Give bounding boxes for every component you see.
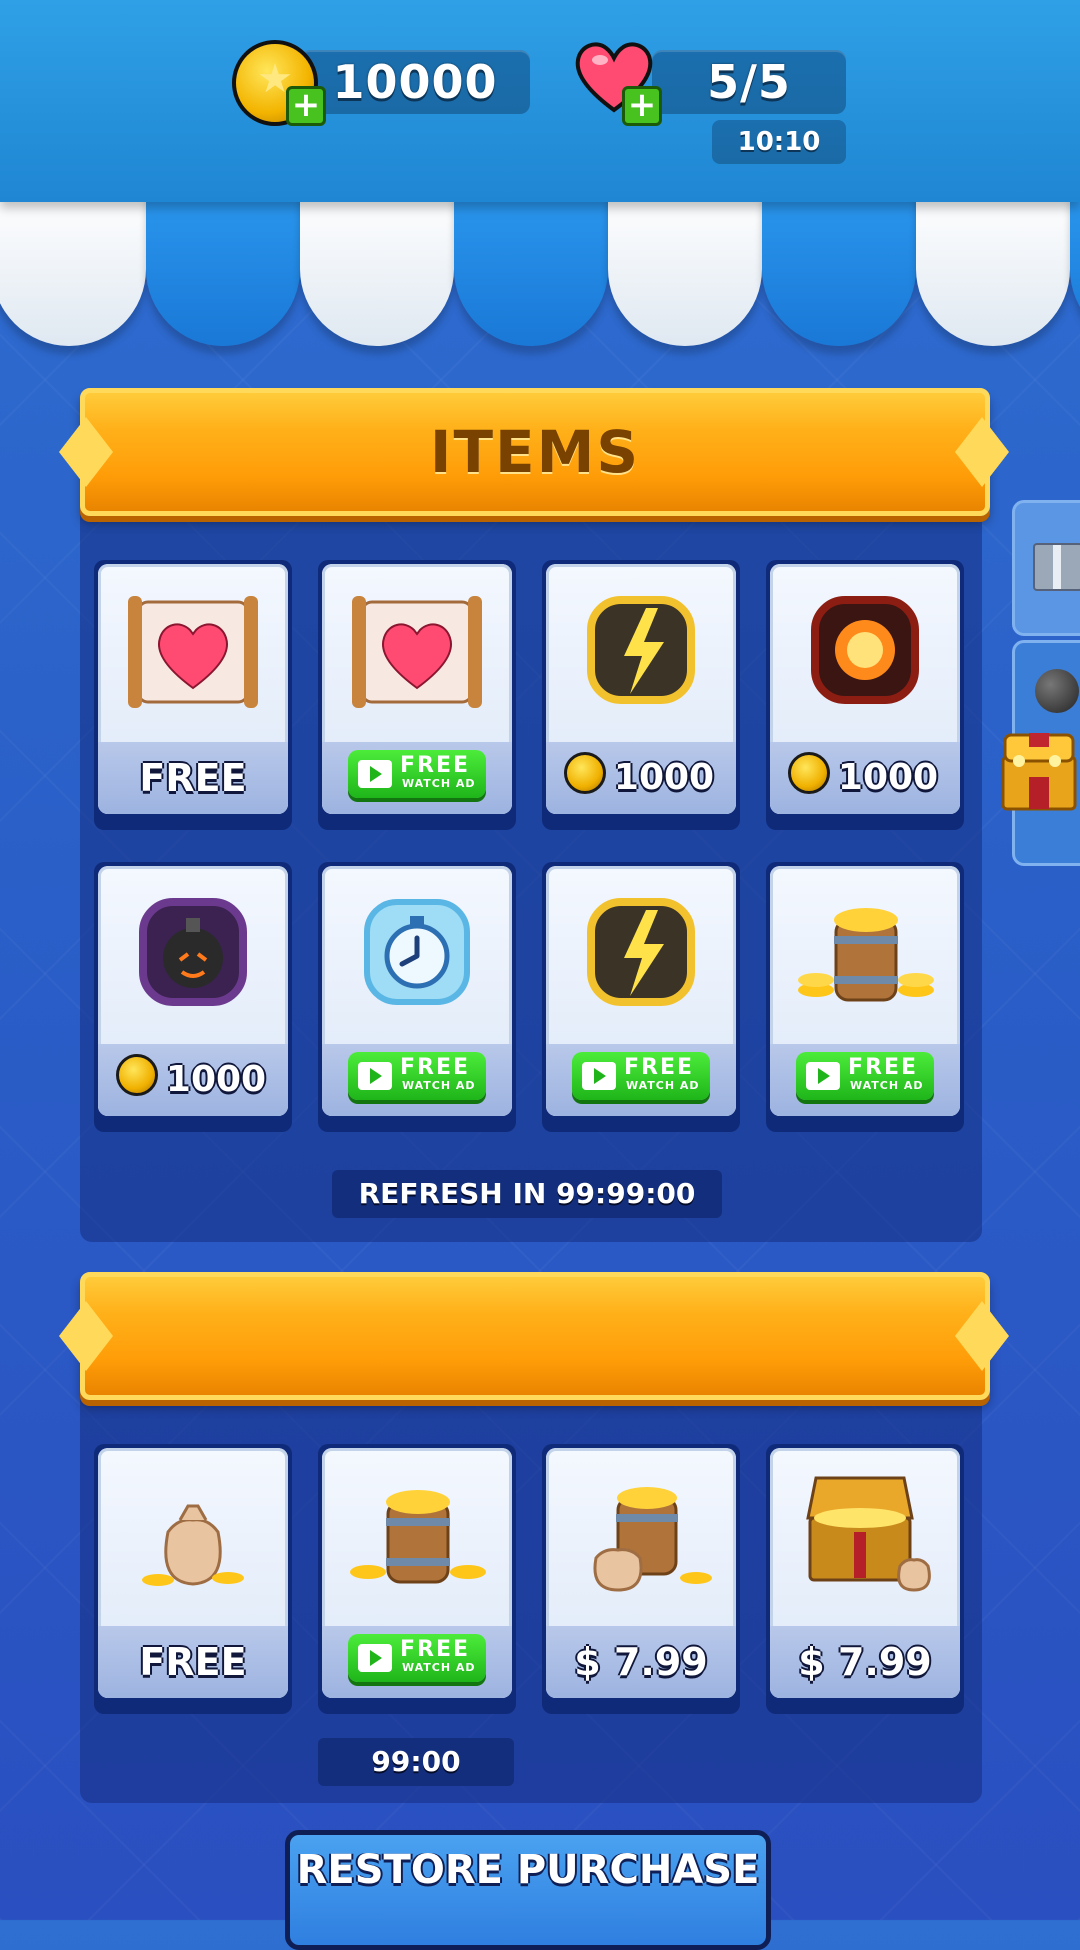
restore-purchase-button[interactable]: RESTORE PURCHASE (285, 1830, 771, 1950)
life-scroll-icon (352, 596, 482, 708)
video-icon (358, 760, 392, 788)
shop-card-coin-pack-2[interactable]: $ 7.99 (766, 1444, 964, 1714)
coin-counter: 10000 (300, 50, 530, 114)
shop-card-lightning[interactable]: 1000 (542, 560, 740, 830)
shop-card-coin-barrel-ad[interactable]: FREE WATCH AD (318, 1444, 516, 1714)
shop-card-stopwatch[interactable]: FREE WATCH AD (318, 862, 516, 1132)
life-scroll-icon (128, 596, 258, 708)
ad-sub-label: WATCH AD (402, 777, 476, 790)
price-label: 1000 (837, 757, 939, 798)
lives-timer: 10:10 (712, 120, 846, 164)
treasure-chest-icon (806, 1476, 931, 1592)
shop-card-fireball[interactable]: 1000 (766, 560, 964, 830)
price-label: FREE (139, 756, 247, 800)
shop-card-coin-barrel[interactable]: FREE WATCH AD (766, 862, 964, 1132)
lives-counter: 5/5 (652, 50, 846, 114)
ad-sub-label: WATCH AD (402, 1079, 476, 1092)
items-banner: ITEMS (59, 388, 1009, 516)
coins-title (85, 1277, 985, 1395)
top-bar: 10000 ★ + 5/5 + 10:10 (0, 0, 1080, 202)
ad-sub-label: WATCH AD (626, 1079, 700, 1092)
shop-card-coin-bag-free[interactable]: FREE (94, 1444, 292, 1714)
coins-banner (59, 1272, 1009, 1400)
shop-card-coin-pack-1[interactable]: $ 7.99 (542, 1444, 740, 1714)
coin-offer-timer: 99:00 (318, 1738, 514, 1786)
video-icon (582, 1062, 616, 1090)
shop-card-life-ad[interactable]: FREE WATCH AD (318, 560, 516, 830)
watch-ad-button[interactable]: FREE WATCH AD (572, 1052, 710, 1100)
lives-count: 5/5 (707, 55, 791, 109)
watch-ad-button[interactable]: FREE WATCH AD (348, 1052, 486, 1100)
gift-icon (1033, 543, 1080, 591)
price-label: FREE (139, 1640, 247, 1684)
add-coins-button[interactable]: + (286, 86, 326, 126)
shop-card-lightning-ad[interactable]: FREE WATCH AD (542, 862, 740, 1132)
side-tab-gifts[interactable] (1012, 500, 1080, 636)
price-label: $ 7.99 (574, 1640, 708, 1684)
lightning-booster-icon (587, 898, 695, 1006)
coin-barrel-bag-icon (593, 1487, 712, 1592)
watch-ad-button[interactable]: FREE WATCH AD (348, 750, 486, 798)
watch-ad-button[interactable]: FREE WATCH AD (348, 1634, 486, 1682)
video-icon (806, 1062, 840, 1090)
stopwatch-booster-icon (364, 899, 470, 1005)
lightning-booster-icon (587, 596, 695, 704)
price-label: $ 7.99 (798, 1640, 932, 1684)
ad-free-label: FREE (400, 1055, 471, 1080)
ad-free-label: FREE (848, 1055, 919, 1080)
coin-bag-icon (142, 1504, 244, 1586)
shop-card-bomb[interactable]: 1000 (94, 862, 292, 1132)
ad-sub-label: WATCH AD (850, 1079, 924, 1092)
coin-count: 10000 (332, 55, 498, 109)
shop-awning (0, 190, 1080, 350)
bomb-booster-icon (139, 898, 247, 1006)
shop-card-life-free[interactable]: FREE (94, 560, 292, 830)
add-lives-button[interactable]: + (622, 86, 662, 126)
refresh-timer: REFRESH IN 99:99:00 (332, 1170, 722, 1218)
fireball-booster-icon (811, 596, 919, 704)
bomb-icon (1035, 669, 1079, 713)
price-label: 1000 (613, 757, 715, 798)
video-icon (358, 1062, 392, 1090)
video-icon (358, 1644, 392, 1672)
restore-purchase-label: RESTORE PURCHASE (296, 1847, 760, 1893)
ad-free-label: FREE (400, 753, 471, 778)
side-tab-boosters[interactable] (1001, 640, 1080, 866)
ad-free-label: FREE (624, 1055, 695, 1080)
price-label: 1000 (165, 1059, 267, 1100)
treasure-chest-icon (1001, 733, 1077, 811)
watch-ad-button[interactable]: FREE WATCH AD (796, 1052, 934, 1100)
ad-free-label: FREE (400, 1637, 471, 1662)
coin-barrel-icon (798, 908, 934, 1002)
ad-sub-label: WATCH AD (402, 1661, 476, 1674)
items-title: ITEMS (429, 418, 641, 486)
coin-barrel-icon (350, 1490, 486, 1584)
